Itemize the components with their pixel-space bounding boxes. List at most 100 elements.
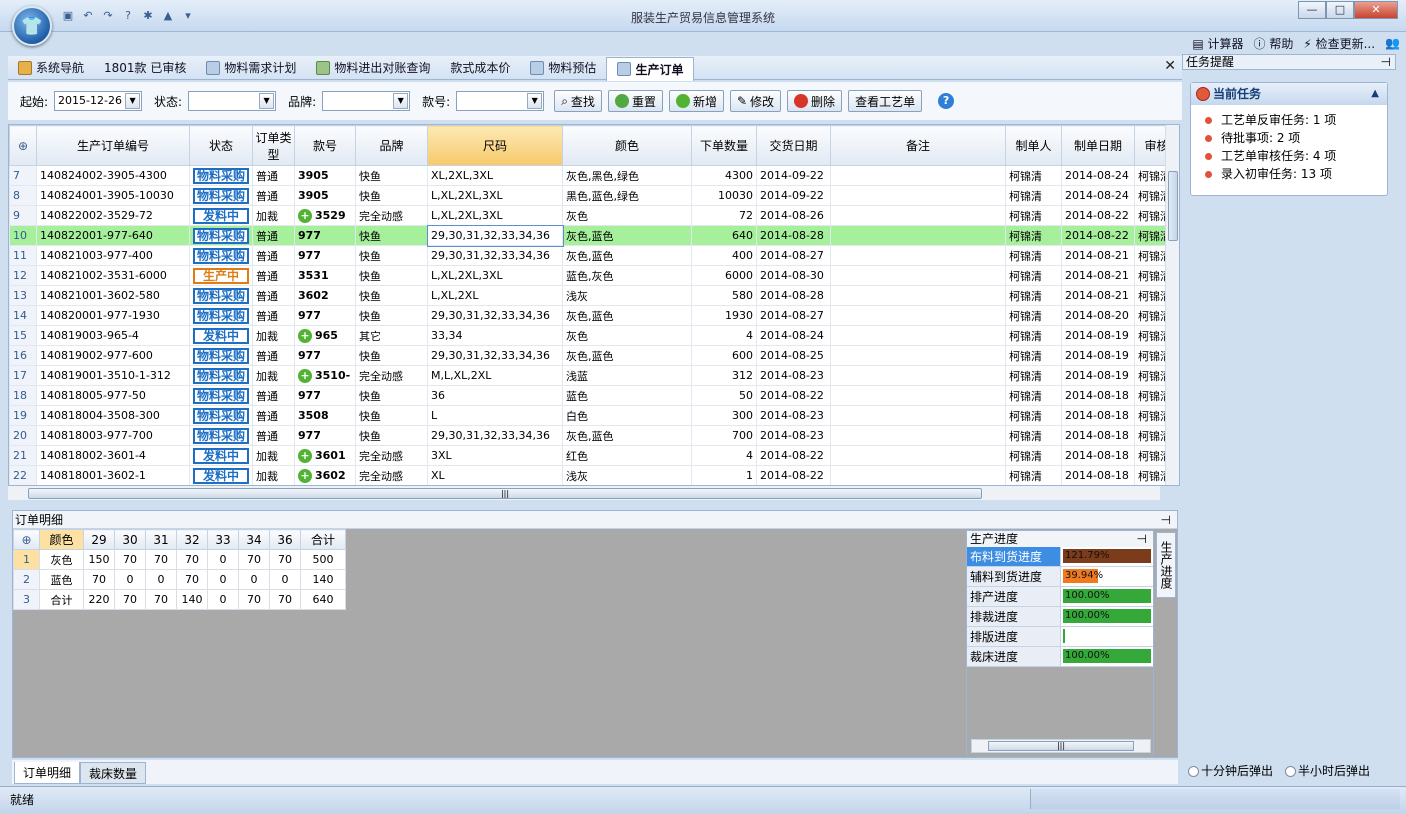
maximize-button[interactable]: □ xyxy=(1326,1,1354,19)
task-item[interactable]: 工艺单反审任务: 1 项 xyxy=(1205,111,1387,129)
pin-icon[interactable]: ⊣ xyxy=(1161,511,1171,529)
tab-material-reconcile[interactable]: 物料进出对账查询 xyxy=(306,57,440,79)
progress-row[interactable]: 裁床进度 100.00% xyxy=(967,647,1153,667)
edit-button[interactable]: ✎ 修改 xyxy=(729,90,782,112)
table-row[interactable]: 12 140821002-3531-6000 生产中 普通 3531 快鱼 L,XL,2XL… xyxy=(9,265,1179,286)
detail-col-size-36[interactable]: 36 xyxy=(269,529,301,550)
detail-col-size-34[interactable]: 34 xyxy=(238,529,270,550)
calculator-button[interactable]: ▤ 计算器 xyxy=(1192,35,1243,52)
style-select[interactable]: ▼ xyxy=(456,91,545,111)
tab-system-nav[interactable]: 系统导航 xyxy=(8,57,94,79)
detail-col-size-32[interactable]: 32 xyxy=(176,529,208,550)
table-row[interactable]: 19 140818004-3508-300 物料采购 普通 3508 快鱼 L 白色 300 20… xyxy=(9,405,1179,426)
scroll-thumb[interactable]: ||| xyxy=(28,488,982,499)
progress-hscrollbar[interactable]: ||| xyxy=(971,739,1151,753)
search-button[interactable]: ⌕ 查找 xyxy=(554,90,602,112)
table-row[interactable]: 16 140819002-977-600 物料采购 普通 977 快鱼 29,30,31,3… xyxy=(9,345,1179,366)
detail-row[interactable]: 2 蓝色 70 0 0 70 0 0 0 140 xyxy=(13,569,346,590)
chevron-down-icon[interactable]: ▼ xyxy=(527,93,543,109)
table-row[interactable]: 8 140824001-3905-10030 物料采购 普通 3905 快鱼 L,XL,2X… xyxy=(9,185,1179,206)
table-row[interactable]: 13 140821001-3602-580 物料采购 普通 3602 快鱼 L,XL,2XL… xyxy=(9,285,1179,306)
table-row[interactable]: 17 140819001-3510-1-312 物料采购 加裁 +3510- 完全动感 M,… xyxy=(9,365,1179,386)
detail-col-color[interactable]: 颜色 xyxy=(39,529,84,550)
tab-style-cost[interactable]: 款式成本价 xyxy=(440,57,520,79)
scroll-thumb[interactable] xyxy=(1168,171,1178,241)
progress-row[interactable]: 排裁进度 100.00% xyxy=(967,607,1153,627)
table-row[interactable]: 22 140818001-3602-1 发料中 加裁 +3602 完全动感 XL 浅灰 1 201… xyxy=(9,465,1179,485)
users-icon[interactable]: 👥 xyxy=(1385,36,1400,50)
row-selector-header[interactable]: ⊕ xyxy=(9,125,37,166)
delete-button[interactable]: 删除 xyxy=(787,90,843,112)
current-tasks-header[interactable]: 当前任务 ▲ xyxy=(1191,83,1387,105)
table-row[interactable]: 7 140824002-3905-4300 物料采购 普通 3905 快鱼 XL,2XL,3… xyxy=(9,165,1179,186)
col-header-order-type[interactable]: 订单类型 xyxy=(252,125,295,166)
tab-1801-approved[interactable]: 1801款 已审核 xyxy=(94,57,196,79)
app-menu-orb[interactable]: 👕 xyxy=(12,6,52,46)
start-date-picker[interactable]: 2015-12-26 ▼ xyxy=(54,91,143,111)
progress-row[interactable]: 排产进度 100.00% xyxy=(967,587,1153,607)
pin-icon[interactable]: ⊣ xyxy=(1381,55,1391,69)
reset-button[interactable]: 重置 xyxy=(607,90,663,112)
table-row[interactable]: 10 140822001-977-640 物料采购 普通 977 快鱼 29,30,31,3… xyxy=(9,224,1179,247)
col-header-due-date[interactable]: 交货日期 xyxy=(756,125,831,166)
progress-side-tab[interactable]: 生产进度 xyxy=(1156,532,1176,598)
table-row[interactable]: 18 140818005-977-50 物料采购 普通 977 快鱼 36 蓝色 50 2014-… xyxy=(9,385,1179,406)
detail-col-size-30[interactable]: 30 xyxy=(114,529,146,550)
scroll-thumb[interactable]: ||| xyxy=(988,741,1134,751)
make-date-cell: 2014-08-18 xyxy=(1061,465,1135,485)
check-update-button[interactable]: ⚡ 检查更新... xyxy=(1303,35,1375,52)
row-selector-header[interactable]: ⊕ xyxy=(13,529,40,550)
progress-row[interactable]: 辅料到货进度 39.94% xyxy=(967,567,1153,587)
col-header-color[interactable]: 颜色 xyxy=(562,125,692,166)
help-icon[interactable]: ? xyxy=(938,93,955,109)
task-item[interactable]: 待批事项: 2 项 xyxy=(1205,129,1387,147)
detail-row[interactable]: 1 灰色 150 70 70 70 0 70 70 500 xyxy=(13,549,346,570)
detail-row[interactable]: 3 合计 220 70 70 140 0 70 70 640 xyxy=(13,589,346,610)
col-header-quantity[interactable]: 下单数量 xyxy=(691,125,757,166)
horizontal-scrollbar[interactable]: ||| xyxy=(8,486,1160,500)
radio-ten-minutes[interactable]: 十分钟后弹出 xyxy=(1188,762,1273,779)
add-button[interactable]: 新增 xyxy=(668,90,724,112)
progress-row[interactable]: 布料到货进度 121.79% xyxy=(967,547,1153,567)
table-row[interactable]: 9 140822002-3529-72 发料中 加裁 +3529 完全动感 L,XL,2XL… xyxy=(9,205,1179,226)
task-item[interactable]: 工艺单审核任务: 4 项 xyxy=(1205,147,1387,165)
table-row[interactable]: 20 140818003-977-700 物料采购 普通 977 快鱼 29,30,31,3… xyxy=(9,425,1179,446)
minimize-button[interactable]: — xyxy=(1298,1,1326,19)
col-header-size[interactable]: 尺码 xyxy=(427,125,563,166)
col-header-make-date[interactable]: 制单日期 xyxy=(1061,125,1135,166)
tab-material-plan[interactable]: 物料需求计划 xyxy=(196,57,306,79)
chevron-down-icon[interactable]: ▼ xyxy=(259,93,275,109)
tab-order-detail[interactable]: 订单明细 xyxy=(14,762,81,784)
vertical-scrollbar[interactable] xyxy=(1165,125,1179,485)
task-item[interactable]: 录入初审任务: 13 项 xyxy=(1205,165,1387,183)
col-header-order-no[interactable]: 生产订单编号 xyxy=(36,125,190,166)
table-row[interactable]: 15 140819003-965-4 发料中 加裁 +965 其它 33,34 灰色 4 2014… xyxy=(9,325,1179,346)
col-header-status[interactable]: 状态 xyxy=(189,125,253,166)
detail-col-size-31[interactable]: 31 xyxy=(145,529,177,550)
help-button[interactable]: ⓘ 帮助 xyxy=(1254,35,1294,52)
pin-icon[interactable]: ⊣ xyxy=(1137,531,1147,547)
status-select[interactable]: ▼ xyxy=(188,91,277,111)
table-row[interactable]: 21 140818002-3601-4 发料中 加裁 +3601 完全动感 3XL 红色 4 20… xyxy=(9,445,1179,466)
detail-col-total[interactable]: 合计 xyxy=(300,529,346,550)
col-header-note[interactable]: 备注 xyxy=(830,125,1006,166)
detail-col-size-33[interactable]: 33 xyxy=(207,529,239,550)
close-tab-icon[interactable]: ✕ xyxy=(1164,58,1176,74)
progress-row[interactable]: 排版进度 xyxy=(967,627,1153,647)
col-header-maker[interactable]: 制单人 xyxy=(1005,125,1062,166)
table-row[interactable]: 11 140821003-977-400 物料采购 普通 977 快鱼 29,30,31,3… xyxy=(9,245,1179,266)
brand-select[interactable]: ▼ xyxy=(322,91,411,111)
radio-half-hour[interactable]: 半小时后弹出 xyxy=(1285,762,1370,779)
tab-material-estimate[interactable]: 物料预估 xyxy=(520,57,606,79)
tab-cutting-quantity[interactable]: 裁床数量 xyxy=(80,762,147,784)
chevron-down-icon[interactable]: ▼ xyxy=(393,93,409,109)
close-window-button[interactable]: ✕ xyxy=(1354,1,1398,19)
view-process-sheet-button[interactable]: 查看工艺单 xyxy=(848,90,923,112)
chevron-down-icon[interactable]: ▼ xyxy=(125,93,141,109)
tab-production-order[interactable]: 生产订单 xyxy=(606,56,695,81)
col-header-brand[interactable]: 品牌 xyxy=(355,125,428,166)
table-row[interactable]: 14 140820001-977-1930 物料采购 普通 977 快鱼 29,30,31,… xyxy=(9,305,1179,326)
detail-col-size-29[interactable]: 29 xyxy=(83,529,115,550)
collapse-icon[interactable]: ▲ xyxy=(1371,83,1379,105)
col-header-style[interactable]: 款号 xyxy=(294,125,356,166)
